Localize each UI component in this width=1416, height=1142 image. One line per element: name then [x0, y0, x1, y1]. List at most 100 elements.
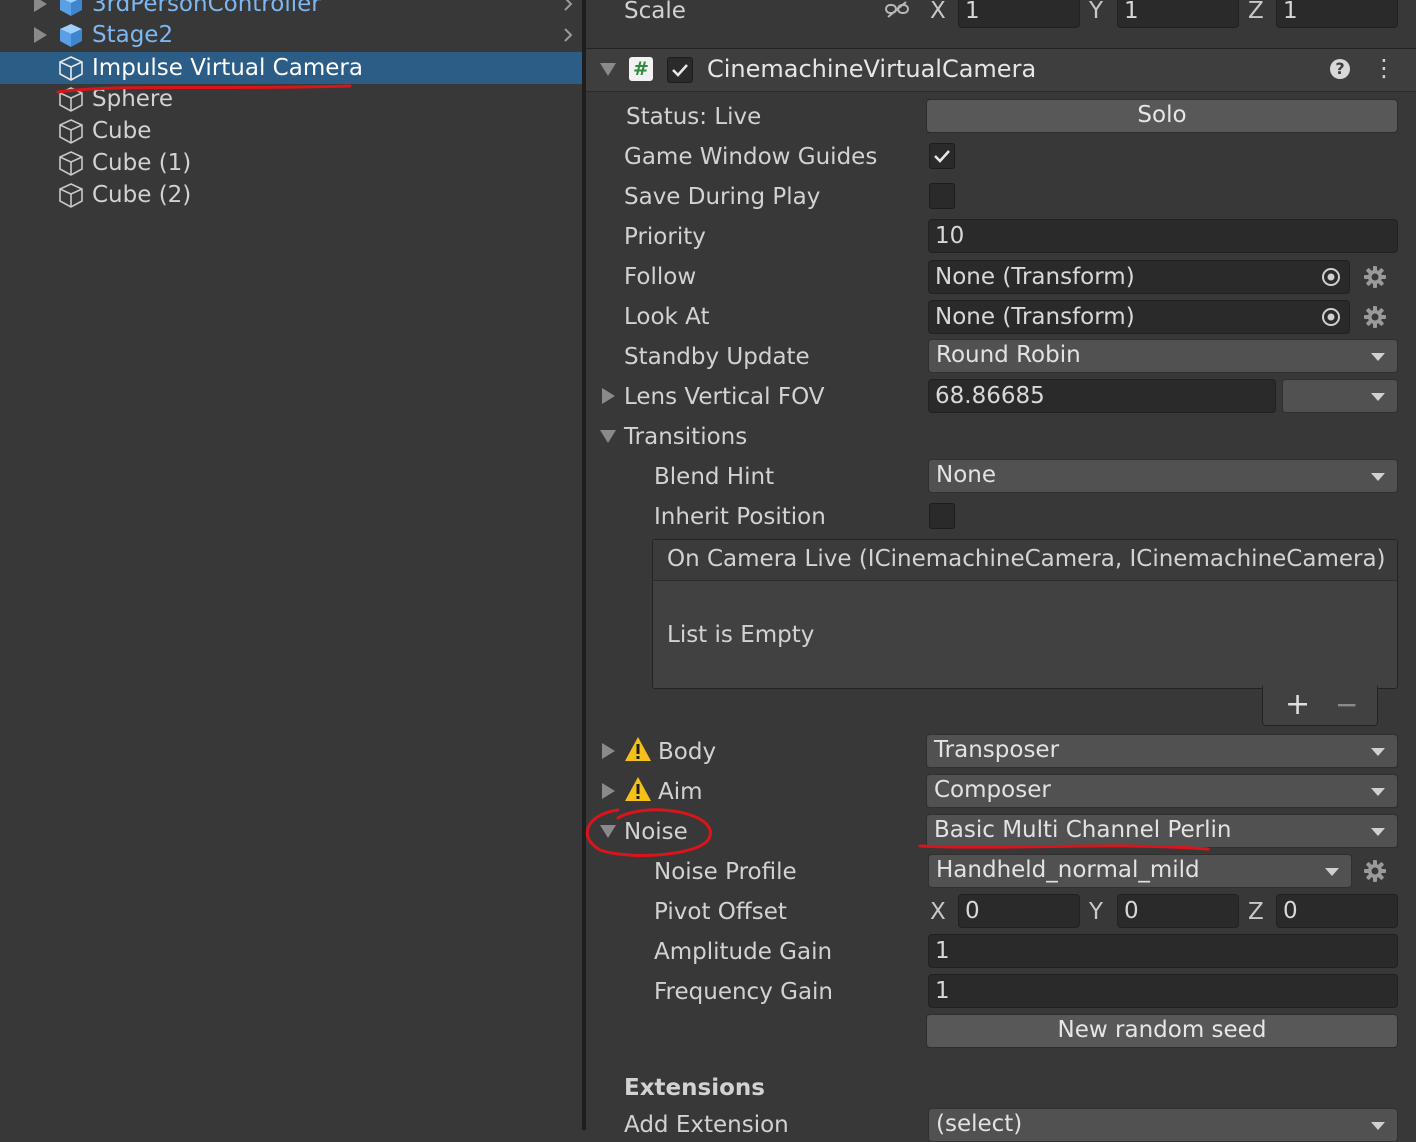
solo-button[interactable]: Solo: [926, 99, 1398, 133]
list-buttons: + −: [1262, 686, 1378, 726]
inherit-position-checkbox[interactable]: [929, 503, 955, 529]
standby-update-value: Round Robin: [936, 342, 1081, 368]
scale-x-label: X: [930, 0, 946, 24]
new-random-seed-button[interactable]: New random seed: [926, 1014, 1398, 1048]
dropdown-arrow-icon: [1371, 473, 1385, 481]
add-extension-label: Add Extension: [624, 1112, 789, 1138]
unlinked-scale-icon[interactable]: [884, 0, 910, 20]
add-item-button[interactable]: +: [1285, 687, 1310, 723]
pivot-x-label: X: [930, 899, 946, 925]
priority-field[interactable]: 10: [928, 219, 1398, 253]
fold-down-icon[interactable]: [600, 430, 616, 443]
script-icon: #: [629, 57, 653, 81]
follow-field[interactable]: None (Transform): [928, 260, 1350, 294]
dropdown-arrow-icon: [1325, 868, 1339, 876]
game-window-guides-checkbox[interactable]: [929, 143, 955, 169]
remove-item-button[interactable]: −: [1335, 687, 1358, 723]
add-extension-dropdown[interactable]: (select): [928, 1108, 1398, 1142]
dropdown-arrow-icon: [1371, 353, 1385, 361]
hierarchy-item-cube-2[interactable]: Cube (2): [0, 179, 582, 211]
lens-label: Lens Vertical FOV: [624, 384, 825, 410]
expand-arrow-icon[interactable]: [34, 0, 47, 12]
pivot-z-label: Z: [1248, 899, 1264, 925]
body-label: Body: [658, 739, 717, 765]
scale-y-field[interactable]: 1: [1117, 0, 1239, 28]
chevron-right-icon[interactable]: [560, 27, 576, 43]
menu-icon[interactable]: ⋮: [1372, 53, 1396, 83]
frequency-gain-field[interactable]: 1: [928, 974, 1398, 1008]
hierarchy-item-label: 3rdPersonController: [92, 0, 321, 17]
amplitude-gain-label: Amplitude Gain: [654, 939, 833, 965]
pivot-y-field[interactable]: 0: [1117, 894, 1239, 928]
event-header: On Camera Live (ICinemachineCamera, ICin…: [653, 540, 1397, 581]
extensions-title: Extensions: [624, 1075, 765, 1101]
save-during-play-checkbox[interactable]: [929, 183, 955, 209]
fold-right-icon[interactable]: [602, 743, 615, 759]
prefab-cube-icon: [60, 0, 82, 16]
checkmark-icon: [934, 150, 950, 163]
noise-profile-dropdown[interactable]: Handheld_normal_mild: [928, 854, 1352, 888]
aim-value: Composer: [934, 777, 1051, 803]
scale-z-field[interactable]: 1: [1276, 0, 1398, 28]
component-enabled-checkbox[interactable]: [667, 57, 693, 83]
save-during-play-label: Save During Play: [624, 184, 821, 210]
amplitude-gain-field[interactable]: 1: [928, 934, 1398, 968]
blend-hint-value: None: [936, 462, 997, 488]
follow-value: None (Transform): [935, 264, 1135, 290]
annotation-underline: [56, 84, 352, 94]
look-at-label: Look At: [624, 304, 710, 330]
inspector-panel: Scale X 1 Y 1 Z 1 # CinemachineVirtualCa…: [585, 0, 1416, 1142]
gameobject-cube-icon: [59, 151, 83, 176]
blend-hint-label: Blend Hint: [654, 464, 775, 490]
scale-label: Scale: [624, 0, 686, 24]
gear-icon[interactable]: [1363, 265, 1387, 289]
gear-icon[interactable]: [1363, 305, 1387, 329]
look-at-field[interactable]: None (Transform): [928, 300, 1350, 334]
gameobject-cube-icon: [59, 119, 83, 144]
hierarchy-item-3rdpersoncontroller[interactable]: 3rdPersonController: [0, 0, 582, 20]
look-at-value: None (Transform): [935, 304, 1135, 330]
object-picker-icon[interactable]: [1320, 266, 1342, 288]
hierarchy-item-label: Stage2: [92, 22, 174, 48]
body-dropdown[interactable]: Transposer: [926, 734, 1398, 768]
hierarchy-item-stage2[interactable]: Stage2: [0, 19, 582, 51]
standby-update-label: Standby Update: [624, 344, 810, 370]
status-label: Status: Live: [626, 104, 762, 130]
follow-label: Follow: [624, 264, 697, 290]
lens-fov-field[interactable]: 68.86685: [928, 379, 1276, 413]
dropdown-arrow-icon: [1371, 828, 1385, 836]
pivot-y-label: Y: [1089, 899, 1104, 925]
dropdown-arrow-icon: [1371, 393, 1385, 401]
aim-dropdown[interactable]: Composer: [926, 774, 1398, 808]
noise-profile-value: Handheld_normal_mild: [936, 857, 1200, 883]
dropdown-arrow-icon: [1371, 1122, 1385, 1130]
chevron-right-icon[interactable]: [560, 0, 576, 12]
body-value: Transposer: [934, 737, 1060, 763]
scale-x-field[interactable]: 1: [958, 0, 1080, 28]
fold-right-icon[interactable]: [602, 783, 615, 799]
hierarchy-item-cube-1[interactable]: Cube (1): [0, 147, 582, 179]
transitions-label[interactable]: Transitions: [624, 420, 747, 454]
blend-hint-dropdown[interactable]: None: [928, 459, 1398, 493]
priority-label: Priority: [624, 224, 706, 250]
game-window-guides-label: Game Window Guides: [624, 144, 878, 170]
help-icon[interactable]: ?: [1330, 59, 1350, 79]
gear-icon[interactable]: [1363, 859, 1387, 883]
dropdown-arrow-icon: [1371, 788, 1385, 796]
dropdown-arrow-icon: [1371, 748, 1385, 756]
object-picker-icon[interactable]: [1320, 306, 1342, 328]
pivot-x-field[interactable]: 0: [958, 894, 1080, 928]
component-header[interactable]: # CinemachineVirtualCamera ? ⋮: [586, 48, 1416, 92]
event-title: On Camera Live (ICinemachineCamera, ICin…: [667, 546, 1386, 572]
hierarchy-panel: 3rdPersonController Stage2 Impulse Virtu…: [0, 0, 582, 1130]
annotation-underline: [918, 844, 1210, 851]
hierarchy-item-cube[interactable]: Cube: [0, 115, 582, 147]
event-empty-text: List is Empty: [667, 622, 815, 648]
fold-down-icon[interactable]: [600, 63, 616, 76]
scale-z-label: Z: [1248, 0, 1264, 24]
fold-right-icon[interactable]: [602, 388, 615, 404]
standby-update-dropdown[interactable]: Round Robin: [928, 339, 1398, 373]
expand-arrow-icon[interactable]: [34, 27, 47, 43]
pivot-z-field[interactable]: 0: [1276, 894, 1398, 928]
lens-preset-dropdown[interactable]: [1282, 379, 1398, 413]
